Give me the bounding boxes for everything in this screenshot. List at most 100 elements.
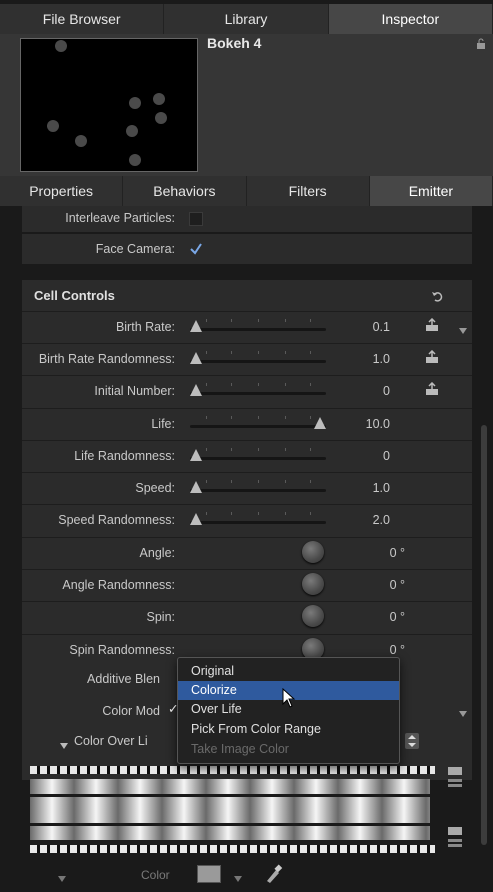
row-separator <box>22 375 472 376</box>
slider-tick <box>258 480 259 483</box>
dial-value[interactable]: 0 ° <box>345 643 405 657</box>
param-value[interactable]: 0 <box>330 449 390 463</box>
param-label: Speed: <box>135 481 175 495</box>
row-separator <box>22 601 472 602</box>
menu-item-take-image-color: Take Image Color <box>191 742 289 756</box>
param-value[interactable]: 2.0 <box>330 513 390 527</box>
rotation-dial[interactable] <box>302 573 324 595</box>
scrollbar-thumb[interactable] <box>481 425 487 845</box>
slider-tick <box>285 512 286 515</box>
slider-tick <box>231 416 232 419</box>
param-label: Initial Number: <box>94 384 175 398</box>
row-separator <box>22 634 472 635</box>
slider-thumb[interactable] <box>190 352 202 364</box>
bottom-disclosure-icon[interactable] <box>58 870 66 882</box>
param-slider[interactable] <box>190 478 326 496</box>
dial-label: Spin: <box>146 610 176 624</box>
param-slider[interactable] <box>190 414 326 432</box>
slider-tick <box>206 416 207 419</box>
add-parameter-icon[interactable] <box>425 349 439 364</box>
disclosure-icon[interactable] <box>459 322 467 334</box>
slider-track <box>190 457 326 460</box>
slider-tick <box>285 416 286 419</box>
slider-tick <box>206 512 207 515</box>
row-separator <box>22 504 472 505</box>
param-slider[interactable] <box>190 317 326 335</box>
stepper-icon[interactable] <box>405 733 419 749</box>
menu-item-pick-from-color-range[interactable]: Pick From Color Range <box>178 720 399 739</box>
add-parameter-icon[interactable] <box>425 381 439 396</box>
gradient-bar-thin <box>30 779 430 794</box>
interleave-checkbox[interactable] <box>189 212 203 226</box>
param-slider[interactable] <box>190 349 326 367</box>
param-slider[interactable] <box>190 381 326 399</box>
slider-thumb[interactable] <box>190 513 202 525</box>
param-value[interactable]: 0.1 <box>330 320 390 334</box>
gradient-options-icon-2[interactable] <box>447 826 463 852</box>
eyedropper-icon[interactable] <box>263 862 283 884</box>
menu-item-over-life-label: Over Life <box>191 702 242 716</box>
rotation-dial[interactable] <box>302 605 324 627</box>
slider-thumb[interactable] <box>190 320 202 332</box>
dial-value[interactable]: 0 ° <box>345 610 405 624</box>
reset-icon[interactable] <box>431 289 443 302</box>
tab-behaviors[interactable]: Behaviors <box>123 176 247 206</box>
face-camera-checkbox[interactable] <box>189 242 203 256</box>
slider-tick <box>310 383 311 386</box>
gradient-options-icon[interactable] <box>447 766 463 792</box>
slider-thumb[interactable] <box>190 449 202 461</box>
param-slider[interactable] <box>190 510 326 528</box>
slider-thumb[interactable] <box>190 481 202 493</box>
rotation-dial[interactable] <box>302 541 324 563</box>
param-label: Life Randomness: <box>74 449 175 463</box>
color-over-life-disclosure-icon[interactable] <box>60 737 68 749</box>
slider-tick <box>285 448 286 451</box>
param-label: Birth Rate: <box>115 320 175 334</box>
row-separator <box>22 440 472 441</box>
param-label: Life: <box>151 417 175 431</box>
slider-tick <box>231 383 232 386</box>
row-separator <box>22 311 472 312</box>
menu-item-original[interactable]: Original <box>178 662 399 681</box>
slider-track <box>190 489 326 492</box>
slider-tick <box>258 448 259 451</box>
slider-tick <box>231 480 232 483</box>
slider-tick <box>206 319 207 322</box>
param-value[interactable]: 10.0 <box>330 417 390 431</box>
param-value[interactable]: 1.0 <box>330 481 390 495</box>
param-value[interactable]: 0 <box>330 384 390 398</box>
color-label: Color <box>141 868 170 882</box>
dial-value[interactable]: 0 ° <box>345 546 405 560</box>
additive-blend-label: Additive Blen <box>87 672 160 686</box>
slider-tick <box>310 416 311 419</box>
color-mode-disclosure-icon[interactable] <box>459 705 467 717</box>
param-value[interactable]: 1.0 <box>330 352 390 366</box>
slider-tick <box>231 319 232 322</box>
param-slider[interactable] <box>190 446 326 464</box>
gradient-bottom-markers[interactable] <box>30 845 435 853</box>
slider-tick <box>206 448 207 451</box>
color-over-life-label: Color Over Li <box>74 734 148 748</box>
color-swatch[interactable] <box>197 865 221 883</box>
tab-filters[interactable]: Filters <box>247 176 370 206</box>
preview-thumbnail <box>20 38 198 172</box>
slider-thumb[interactable] <box>314 417 326 429</box>
row-separator <box>22 472 472 473</box>
color-mode-menu[interactable]: Original Colorize ✓ Over Life Pick From … <box>168 657 400 764</box>
param-label: Birth Rate Randomness: <box>38 352 175 366</box>
gradient-top-markers[interactable] <box>30 766 435 774</box>
slider-thumb[interactable] <box>190 384 202 396</box>
dial-value[interactable]: 0 ° <box>345 578 405 592</box>
row-separator <box>22 537 472 538</box>
tab-emitter[interactable]: Emitter <box>369 176 493 206</box>
add-parameter-icon[interactable] <box>425 317 439 332</box>
color-swatch-dropdown-icon[interactable] <box>234 870 242 882</box>
tab-properties[interactable]: Properties <box>0 176 124 206</box>
dial-label: Angle Randomness: <box>62 578 175 592</box>
lock-icon[interactable] <box>476 37 486 49</box>
tab-file-browser[interactable]: File Browser <box>0 4 165 34</box>
tab-inspector[interactable]: Inspector <box>328 4 493 34</box>
preview-title: Bokeh 4 <box>207 35 262 51</box>
tab-library[interactable]: Library <box>164 4 329 34</box>
row-separator <box>22 569 472 570</box>
